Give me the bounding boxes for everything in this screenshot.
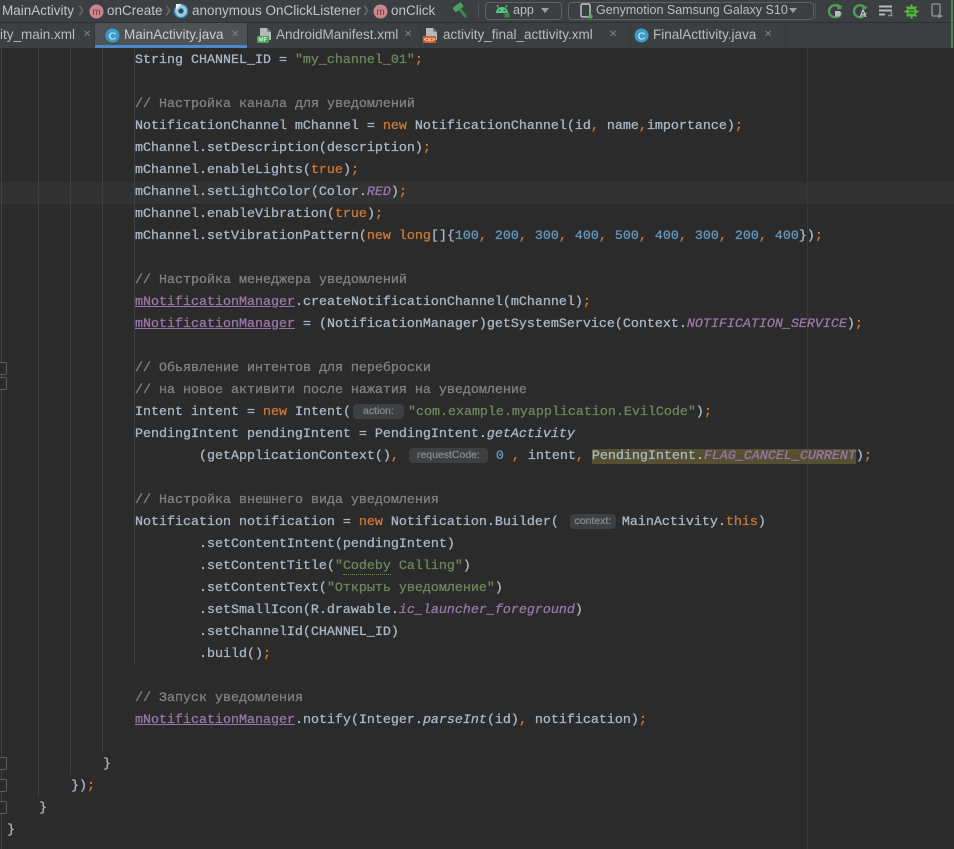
- svg-text:m: m: [376, 7, 384, 18]
- svg-text:<x>: <x>: [424, 37, 435, 44]
- svg-text:MF: MF: [258, 37, 267, 44]
- svg-text:C: C: [109, 31, 117, 43]
- svg-text:C: C: [638, 31, 646, 43]
- svg-text:m: m: [92, 7, 100, 18]
- svg-text:A: A: [859, 9, 866, 19]
